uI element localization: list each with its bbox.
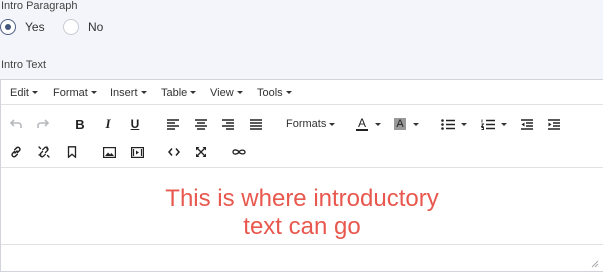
editor-menubar: Edit Format Insert Table View Tools [1, 80, 603, 105]
align-right-button[interactable] [218, 115, 238, 133]
menu-format[interactable]: Format [53, 87, 97, 99]
underline-button[interactable]: U [125, 115, 145, 133]
chevron-down-icon [501, 122, 507, 126]
chevron-down-icon [285, 91, 292, 94]
outdent-button[interactable] [517, 115, 537, 133]
bullet-list-icon [441, 118, 455, 130]
insert-media-button[interactable] [127, 143, 147, 161]
menu-view[interactable]: View [210, 87, 243, 99]
menu-insert[interactable]: Insert [110, 87, 147, 99]
fullscreen-button[interactable] [191, 143, 211, 161]
formats-dropdown-label: Formats [286, 118, 327, 130]
menu-table[interactable]: Table [161, 87, 197, 99]
image-icon [102, 146, 116, 158]
chevron-down-icon [236, 91, 243, 94]
undo-icon [10, 119, 22, 128]
chevron-down-icon [31, 91, 38, 94]
formats-dropdown[interactable]: Formats [286, 115, 336, 133]
code-sample-button[interactable] [229, 143, 249, 161]
menu-tools-label: Tools [257, 87, 283, 99]
undo-button[interactable] [6, 115, 26, 133]
indent-button[interactable] [544, 115, 564, 133]
media-icon [130, 146, 144, 158]
background-color-icon: A [394, 118, 406, 130]
chevron-down-icon [329, 122, 336, 126]
radio-yes-label[interactable]: Yes [25, 19, 45, 35]
resize-handle-icon[interactable] [591, 260, 599, 268]
chevron-down-icon [190, 91, 197, 94]
menu-format-label: Format [53, 87, 88, 99]
indent-icon [548, 118, 560, 130]
source-code-button[interactable] [164, 143, 184, 161]
menu-table-label: Table [161, 87, 188, 99]
menu-insert-label: Insert [110, 87, 138, 99]
align-justify-button[interactable] [246, 115, 266, 133]
intro-paragraph-label: Intro Paragraph [1, 0, 78, 12]
menu-edit[interactable]: Edit [10, 87, 38, 99]
redo-icon [37, 119, 49, 128]
menu-view-label: View [210, 87, 234, 99]
intro-text-label: Intro Text [1, 59, 47, 71]
insert-link-button[interactable] [6, 143, 26, 161]
chevron-down-icon [413, 122, 419, 126]
redo-button[interactable] [33, 115, 53, 133]
radio-no-label[interactable]: No [88, 19, 103, 35]
align-right-icon [222, 118, 234, 130]
font-color-icon: A [356, 116, 368, 131]
bookmark-icon [67, 146, 77, 158]
font-color-button[interactable]: A [356, 115, 386, 133]
editor-body-text: This is where introductory text can go [1, 185, 603, 241]
infinity-icon [232, 149, 246, 155]
outdent-icon [521, 118, 533, 130]
menu-tools[interactable]: Tools [257, 87, 292, 99]
editor-toolbar: B I U Formats A A [1, 106, 603, 168]
radio-yes[interactable] [0, 19, 16, 35]
unlink-icon [38, 146, 50, 158]
editor-body-line-2: text can go [243, 213, 361, 240]
editor-content-area[interactable]: This is where introductory text can go [1, 169, 603, 245]
link-icon [11, 146, 21, 158]
editor-body-line-1: This is where introductory [165, 185, 439, 212]
align-justify-icon [250, 118, 262, 130]
editor-statusbar [1, 246, 603, 272]
fullscreen-icon [196, 147, 206, 157]
align-left-icon [167, 118, 179, 130]
align-left-button[interactable] [163, 115, 183, 133]
align-center-button[interactable] [191, 115, 211, 133]
rich-text-editor: Edit Format Insert Table View Tools B I … [0, 79, 603, 272]
chevron-down-icon [375, 122, 381, 126]
chevron-down-icon [90, 91, 97, 94]
anchor-button[interactable] [62, 143, 82, 161]
code-icon [168, 148, 180, 156]
bullet-list-button[interactable] [441, 115, 471, 133]
insert-image-button[interactable] [99, 143, 119, 161]
menu-edit-label: Edit [10, 87, 29, 99]
numbered-list-icon [481, 119, 495, 130]
italic-button[interactable]: I [98, 115, 118, 133]
bold-button[interactable]: B [70, 115, 90, 133]
intro-paragraph-radio-group: Yes No [0, 17, 200, 37]
chevron-down-icon [461, 122, 467, 126]
align-center-icon [195, 118, 207, 130]
remove-link-button[interactable] [34, 143, 54, 161]
numbered-list-button[interactable] [481, 115, 511, 133]
chevron-down-icon [140, 91, 147, 94]
background-color-button[interactable]: A [394, 115, 424, 133]
radio-no[interactable] [63, 19, 79, 35]
